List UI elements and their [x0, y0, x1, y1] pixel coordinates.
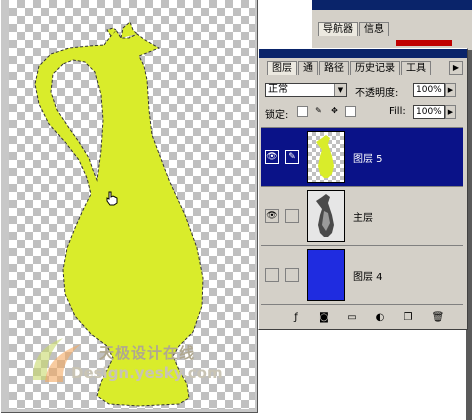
vase-photo-thumbnail-icon — [316, 194, 334, 237]
document-canvas[interactable]: 天极设计在线 Design.yesky.com — [9, 0, 255, 409]
link-box[interactable] — [285, 209, 299, 223]
brush-link-icon[interactable]: ✎ — [285, 150, 299, 164]
layers-panel-title-bar[interactable] — [259, 49, 467, 58]
layer-thumbnail-vase-photo — [307, 190, 345, 242]
fill-input[interactable]: 100% — [413, 105, 445, 119]
layer-row-4[interactable]: 图层 4 — [261, 246, 463, 305]
tab-navigator[interactable]: 导航器 — [318, 22, 358, 36]
eye-visibility-icon[interactable]: 👁 — [265, 209, 279, 223]
panel-menu-arrow-icon: ▶ — [452, 63, 460, 72]
tab-channels[interactable]: 通 — [298, 61, 318, 75]
tab-tools[interactable]: 工具 — [401, 61, 431, 75]
opacity-slider-button[interactable]: ▶ — [445, 83, 456, 97]
eye-visibility-off-box[interactable] — [265, 268, 279, 282]
layer-name[interactable]: 图层 4 — [353, 268, 383, 283]
lock-label: 锁定: — [265, 110, 289, 121]
vase-thumbnail-icon — [316, 135, 334, 178]
layer-row-5[interactable]: 👁 ✎ 图层 5 — [261, 128, 463, 187]
document-window: 天极设计在线 Design.yesky.com — [1, 0, 258, 413]
navigator-title-bar[interactable] — [312, 0, 472, 10]
fill-slider-button[interactable]: ▶ — [445, 105, 456, 119]
layer-thumbnail-vase-silhouette — [307, 131, 345, 183]
tab-layers[interactable]: 图层 — [267, 61, 297, 75]
layers-panel-footer: ƒ ◙ ▭ ◐ ❐ 🗑 — [261, 311, 463, 325]
lock-position-move-icon[interactable]: ✥ — [329, 106, 340, 117]
blend-mode-value: 正常 — [268, 84, 288, 95]
panel-menu-button[interactable]: ▶ — [449, 61, 463, 75]
navigator-panel: 导航器 信息 — [311, 0, 472, 50]
watermark-text-en: Design.yesky.com — [71, 364, 223, 382]
tab-history[interactable]: 历史记录 — [350, 61, 400, 75]
link-box[interactable] — [285, 268, 299, 282]
fill-label: Fill: — [389, 106, 406, 117]
navigator-tabs: 导航器 信息 — [318, 22, 390, 36]
new-group-icon[interactable]: ▭ — [345, 311, 359, 325]
lock-transparency-checkbox[interactable] — [297, 106, 308, 117]
arrow-right-icon: ▶ — [447, 86, 454, 94]
lock-image-brush-icon[interactable]: ✎ — [313, 106, 324, 117]
trash-icon[interactable]: 🗑 — [431, 311, 445, 325]
eye-visibility-icon[interactable]: 👁 — [265, 150, 279, 164]
navigator-view-box — [396, 40, 452, 46]
blend-mode-select[interactable]: 正常 ▼ — [265, 83, 347, 97]
opacity-input[interactable]: 100% — [413, 83, 445, 97]
watermark: 天极设计在线 Design.yesky.com — [23, 330, 255, 390]
hand-cursor-icon — [106, 191, 118, 206]
adjustment-layer-icon[interactable]: ◐ — [373, 311, 387, 325]
tab-paths[interactable]: 路径 — [319, 61, 349, 75]
layer-list: 👁 ✎ 图层 5 👁 主层 图层 4 — [261, 127, 463, 308]
blend-row: 正常 ▼ 不透明度: 100% ▶ — [265, 83, 461, 99]
new-layer-icon[interactable]: ❐ — [401, 311, 415, 325]
layer-name[interactable]: 图层 5 — [353, 150, 383, 165]
arrow-right-icon: ▶ — [447, 108, 454, 116]
layers-panel-tabs: 图层 通 路径 历史记录 工具 — [267, 61, 432, 75]
layer-thumbnail-blue — [307, 249, 345, 301]
tab-info[interactable]: 信息 — [359, 22, 389, 36]
chevron-down-icon[interactable]: ▼ — [334, 84, 346, 96]
layer-name[interactable]: 主层 — [353, 209, 373, 224]
layers-panel: 图层 通 路径 历史记录 工具 ▶ 正常 ▼ 不透明度: 100% ▶ 锁定: … — [258, 48, 468, 330]
lock-all-checkbox[interactable] — [345, 106, 356, 117]
opacity-label: 不透明度: — [355, 88, 399, 99]
layer-style-icon[interactable]: ƒ — [289, 311, 303, 325]
lock-row: 锁定: ✎ ✥ Fill: 100% ▶ — [265, 105, 461, 121]
watermark-text-cn: 天极设计在线 — [99, 344, 196, 362]
add-mask-icon[interactable]: ◙ — [317, 311, 331, 325]
layer-row-main[interactable]: 👁 主层 — [261, 187, 463, 246]
